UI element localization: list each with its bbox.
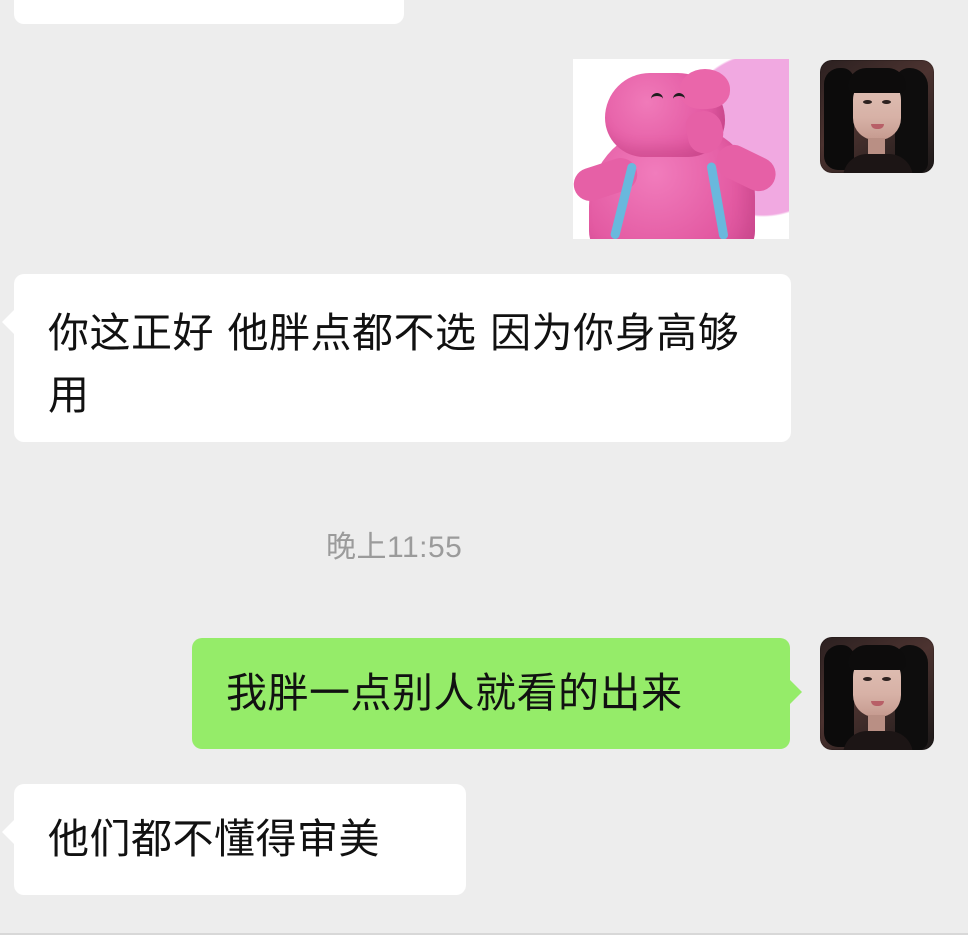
partial-incoming-bubble [14, 0, 404, 24]
avatar-fringe [848, 68, 906, 93]
incoming-message-bubble[interactable]: 他们都不懂得审美 [2, 784, 466, 895]
elephant-left-eye [651, 93, 663, 103]
pink-elephant-sticker[interactable] [573, 59, 789, 239]
incoming-message-bubble[interactable]: 你这正好 他胖点都不选 因为你身高够用 [2, 274, 791, 442]
avatar-left-eye [863, 677, 872, 681]
message-timestamp: 晚上11:55 [326, 531, 463, 564]
self-avatar-bottom[interactable] [820, 637, 934, 750]
incoming-message-text: 他们都不懂得审美 [48, 815, 380, 863]
self-avatar-top[interactable] [820, 60, 934, 173]
avatar-fringe [848, 645, 906, 670]
outgoing-message-text: 我胖一点别人就看的出来 [226, 669, 683, 717]
elephant-ear [680, 69, 730, 109]
outgoing-message-bubble[interactable]: 我胖一点别人就看的出来 [192, 638, 802, 749]
avatar-right-eye [882, 677, 891, 681]
avatar-left-eye [863, 100, 872, 104]
chat-screen: 你这正好 他胖点都不选 因为你身高够用 晚上11:55 我胖一点别人就看的出来 … [0, 0, 968, 935]
elephant-right-eye [673, 93, 685, 103]
avatar-right-eye [882, 100, 891, 104]
incoming-message-text: 你这正好 他胖点都不选 因为你身高够用 [48, 309, 740, 419]
